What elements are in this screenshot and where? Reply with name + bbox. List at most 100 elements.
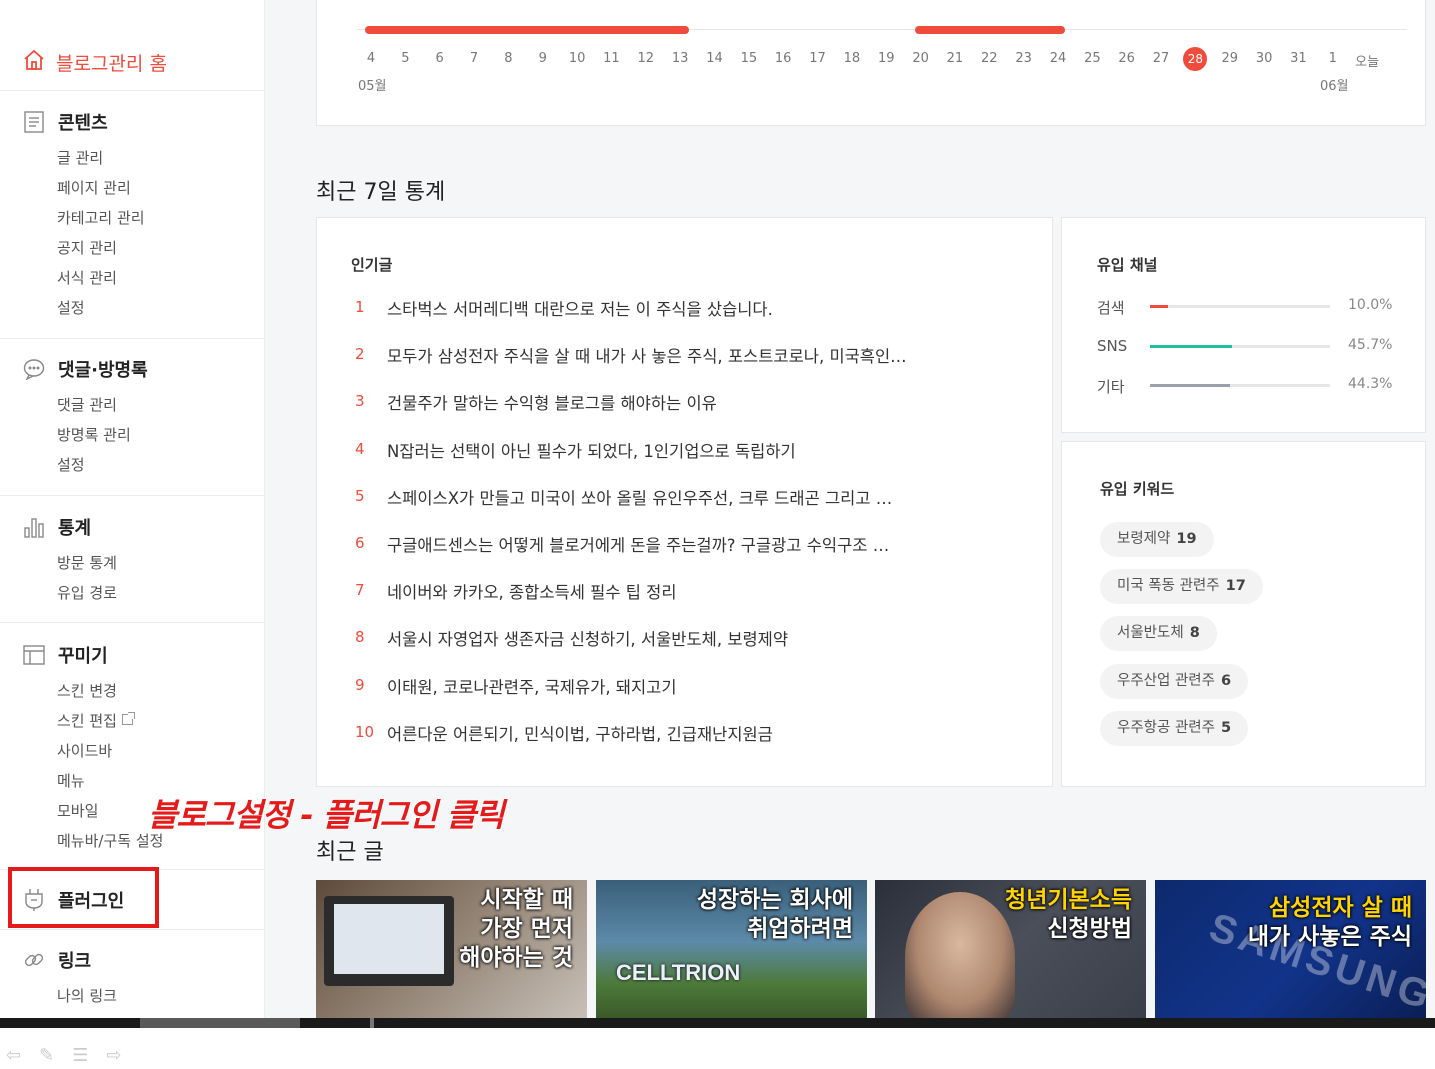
chart-day-label: 11 — [603, 51, 620, 66]
chart-day-label: 19 — [877, 51, 895, 66]
sidebar-item-skin-edit-label: 스킨 편집 — [57, 712, 117, 730]
pen-icon[interactable]: ✎ — [39, 1045, 54, 1066]
chart-day-label: 14 — [706, 51, 723, 66]
popular-post-item[interactable]: 5 스페이스X가 만들고 미국이 쏘아 올릴 유인우주선, 크루 드래곤 그리고 … — [355, 485, 907, 532]
inflow-channel-row: 기타 44.3% — [1097, 376, 1397, 396]
chart-day-label: 15 — [740, 51, 758, 66]
arrow-right-icon[interactable]: ⇨ — [106, 1045, 121, 1066]
popular-post-item[interactable]: 6 구글애드센스는 어떻게 블로거에게 돈을 주는걸까? 구글광고 수익구조 … — [355, 532, 907, 579]
sidebar-item-sidebar[interactable]: 사이드바 — [57, 736, 265, 766]
keyword-text: 서울반도체 — [1117, 625, 1184, 642]
blog-admin-home-link[interactable]: 블로그관리 홈 — [22, 48, 167, 77]
sidebar-item-template-manage[interactable]: 서식 관리 — [57, 263, 265, 293]
menu-icon[interactable]: ☰ — [72, 1045, 88, 1066]
popular-post-rank: 5 — [355, 486, 365, 505]
sidebar-section-decorate-header[interactable]: 꾸미기 — [0, 641, 265, 669]
chart-line-segment — [365, 26, 689, 34]
sidebar-section-comments-header[interactable]: 댓글·방명록 — [0, 355, 265, 383]
sidebar-item-notice-manage[interactable]: 공지 관리 — [57, 233, 265, 263]
link-icon — [22, 948, 46, 972]
popular-post-item[interactable]: 4 N잡러는 선택이 아닌 필수가 되었다, 1인기업으로 독립하기 — [355, 438, 907, 485]
inflow-channel-bar-track — [1150, 384, 1330, 387]
scrollbar-marker — [370, 1018, 374, 1028]
sidebar-item-page-manage[interactable]: 페이지 관리 — [57, 173, 265, 203]
thumbnail-caption: 시작할 때 가장 먼저 해야하는 것 — [459, 887, 573, 971]
plugin-highlight-box — [8, 867, 159, 928]
sidebar-section-title: 링크 — [58, 951, 92, 972]
keyword-text: 우주산업 관련주 — [1117, 672, 1215, 689]
inflow-keyword-chip[interactable]: 미국 폭동 관련주 17 — [1100, 569, 1263, 605]
thumbnail-caption: 성장하는 회사에 취업하려면 — [696, 887, 853, 942]
sidebar-section-comments: 댓글·방명록 댓글 관리 방명록 관리 설정 — [0, 355, 265, 480]
sidebar-item-my-link[interactable]: 나의 링크 — [57, 981, 265, 1011]
chart-day-label: 13 — [671, 51, 689, 66]
chart-day-label: 20 — [912, 51, 929, 66]
popular-post-title: 건물주가 말하는 수익형 블로그를 해야하는 이유 — [387, 394, 717, 414]
keyword-count: 5 — [1221, 719, 1232, 736]
arrow-left-icon[interactable]: ⇦ — [6, 1045, 21, 1066]
sidebar-section-title: 꾸미기 — [58, 646, 108, 667]
sidebar-item-comment-manage[interactable]: 댓글 관리 — [57, 390, 265, 420]
popular-post-rank: 4 — [355, 439, 365, 458]
popular-post-item[interactable]: 10 어른다운 어른되기, 민식이법, 구하라법, 긴급재난지원금 — [355, 721, 907, 768]
sidebar-item-content-settings[interactable]: 설정 — [57, 293, 265, 323]
inflow-keyword-chip[interactable]: 우주항공 관련주 5 — [1100, 710, 1249, 746]
inflow-keyword-card: 유입 키워드 보령제약 19 미국 폭동 관련주 17 서울반도체 8 우주산업 관련주 6 우… — [1061, 441, 1426, 787]
recent-post-thumbnail[interactable]: CELLTRION 성장하는 회사에 취업하려면 — [596, 880, 867, 1018]
inflow-keyword-label: 유입 키워드 — [1100, 480, 1175, 498]
popular-post-item[interactable]: 9 이태원, 코로나관련주, 국제유가, 돼지고기 — [355, 674, 907, 721]
sidebar-item-category-manage[interactable]: 카테고리 관리 — [57, 203, 265, 233]
sidebar-section-stats-header[interactable]: 통계 — [0, 513, 265, 541]
sidebar-item-skin-change[interactable]: 스킨 변경 — [57, 676, 265, 706]
bottom-toolbar: ⇦ ✎ ☰ ⇨ — [6, 1045, 121, 1066]
sidebar-item-comment-settings[interactable]: 설정 — [57, 450, 265, 480]
popular-post-item[interactable]: 8 서울시 자영업자 생존자금 신청하기, 서울반도체, 보령제약 — [355, 626, 907, 673]
popular-post-item[interactable]: 7 네이버와 카카오, 종합소득세 필수 팁 정리 — [355, 579, 907, 626]
recent-posts-thumbnails: 시작할 때 가장 먼저 해야하는 것 CELLTRION 성장하는 회사에 취업… — [316, 880, 1435, 1018]
inflow-channel-row: 검색 10.0% — [1097, 297, 1397, 317]
sidebar-item-skin-edit[interactable]: 스킨 편집 — [57, 706, 265, 736]
popular-post-title: 구글애드센스는 어떻게 블로거에게 돈을 주는걸까? 구글광고 수익구조 … — [387, 535, 890, 555]
recent-post-thumbnail[interactable]: SAMSUNG 삼성전자 살 때 내가 사놓은 주식 — [1155, 880, 1426, 1018]
chart-day-label-today: 28 — [1183, 47, 1208, 71]
keyword-text: 보령제약 — [1117, 531, 1171, 547]
popular-post-title: 어른다운 어른되기, 민식이법, 구하라법, 긴급재난지원금 — [387, 724, 773, 744]
stats-section-title: 최근 7일 통계 — [316, 180, 446, 205]
chart-day-label: 26 — [1118, 51, 1135, 66]
inflow-channel-label: 유입 채널 — [1097, 256, 1158, 274]
sidebar-section-stats: 통계 방문 통계 유입 경로 — [0, 513, 265, 608]
recent-post-thumbnail[interactable]: 시작할 때 가장 먼저 해야하는 것 — [316, 880, 587, 1018]
keyword-count: 8 — [1189, 625, 1200, 642]
sidebar-item-inflow-path[interactable]: 유입 경로 — [57, 578, 265, 608]
horizontal-scrollbar[interactable] — [0, 1018, 1435, 1028]
sidebar-item-post-manage[interactable]: 글 관리 — [57, 143, 265, 173]
chart-month-start: 05월 — [358, 79, 387, 94]
inflow-keyword-chip[interactable]: 서울반도체 8 — [1100, 616, 1217, 652]
thumbnail-caption: 청년기본소득 신청방법 — [1005, 887, 1132, 942]
sidebar-item-guestbook-manage[interactable]: 방명록 관리 — [57, 420, 265, 450]
popular-post-rank: 9 — [355, 675, 365, 694]
sidebar-section-content-header[interactable]: 콘텐츠 — [0, 108, 265, 136]
recent-post-thumbnail[interactable]: 청년기본소득 신청방법 — [875, 880, 1146, 1018]
inflow-keyword-chip[interactable]: 우주산업 관련주 6 — [1100, 663, 1249, 699]
sidebar-section-content: 콘텐츠 글 관리 페이지 관리 카테고리 관리 공지 관리 서식 관리 설정 — [0, 108, 265, 323]
chart-day-label: 27 — [1152, 51, 1170, 66]
inflow-channel-bar-track — [1150, 345, 1330, 348]
main-content: 4 5 6 7 8 9 10 11 12 13 14 15 16 17 18 19 20 21 22 23 24 25 26… — [265, 0, 1435, 1018]
inflow-keyword-chip[interactable]: 보령제약 19 — [1100, 522, 1214, 557]
sidebar-item-visit-stats[interactable]: 방문 통계 — [57, 548, 265, 578]
popular-post-rank: 8 — [355, 628, 365, 647]
popular-posts-label: 인기글 — [351, 256, 393, 274]
popular-post-title: 스타벅스 서머레디백 대란으로 저는 이 주식을 샀습니다. — [387, 300, 773, 319]
popular-post-item[interactable]: 2 모두가 삼성전자 주식을 살 때 내가 사 놓은 주식, 포스트코로나, 미국… — [355, 343, 907, 390]
inflow-channel-percent: 45.7% — [1348, 337, 1393, 353]
sidebar-section-link-header[interactable]: 링크 — [0, 946, 265, 974]
home-label: 블로그관리 홈 — [56, 53, 167, 75]
laptop-screen — [334, 904, 444, 974]
scrollbar-thumb[interactable] — [140, 1018, 300, 1028]
popular-post-item[interactable]: 1 스타벅스 서머레디백 대란으로 저는 이 주식을 샀습니다. — [355, 296, 907, 343]
chart-line-segment — [915, 26, 1065, 34]
popular-posts-card: 인기글 1 스타벅스 서머레디백 대란으로 저는 이 주식을 샀습니다. 2 모두가 … — [316, 217, 1053, 787]
inflow-channel-bar-fill — [1150, 305, 1168, 308]
popular-post-item[interactable]: 3 건물주가 말하는 수익형 블로그를 해야하는 이유 — [355, 390, 907, 437]
